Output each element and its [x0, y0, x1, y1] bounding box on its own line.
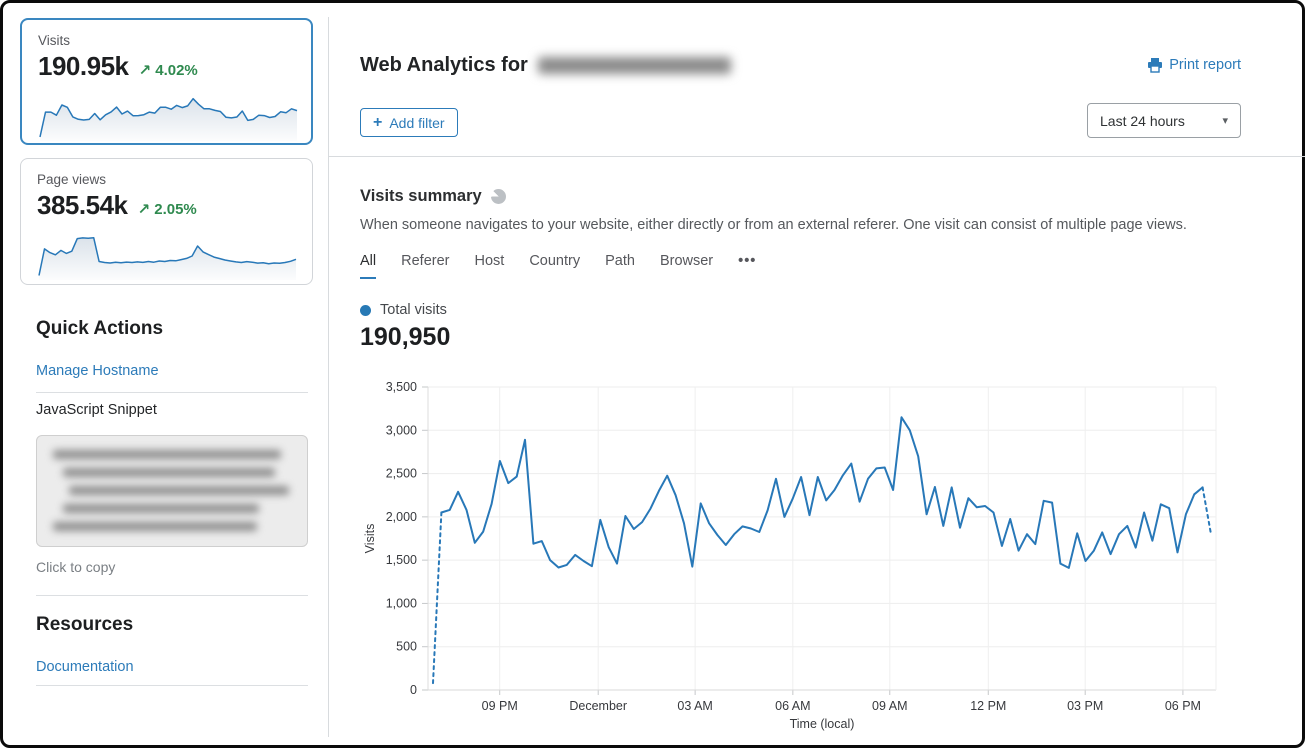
pageviews-sparkline-chart [37, 227, 298, 281]
visits-card-delta: ↗ 4.02% [138, 61, 197, 79]
snippet-blurred-line [69, 486, 289, 495]
visits-summary-title: Visits summary [360, 187, 506, 206]
site-domain-blurred [538, 57, 731, 74]
tabs-overflow-button[interactable]: ••• [738, 253, 756, 279]
snippet-blurred-line [63, 468, 275, 477]
x-axis-tick-label: December [569, 699, 627, 713]
help-pie-icon[interactable] [491, 189, 506, 204]
x-axis-tick-label: 03 AM [677, 699, 712, 713]
manage-hostname-link[interactable]: Manage Hostname [36, 363, 159, 379]
visits-summary-description: When someone navigates to your website, … [360, 217, 1187, 233]
x-axis-tick-label: 09 PM [482, 699, 518, 713]
x-axis-tick-label: 06 PM [1165, 699, 1201, 713]
tab-country[interactable]: Country [529, 253, 580, 279]
visits-line-chart[interactable]: 0 500 1,000 1,500 2,000 2,500 3,000 3,500 09 PM D… [360, 371, 1222, 746]
plus-icon: + [373, 115, 382, 131]
sidebar-divider [36, 685, 308, 686]
tab-referer[interactable]: Referer [401, 253, 449, 279]
legend-dot-icon [360, 305, 371, 316]
x-axis-tick-label: 09 AM [872, 699, 907, 713]
y-axis-tick-label: 3,500 [386, 380, 417, 394]
trend-up-icon: ↗ [138, 62, 151, 79]
series-line-dashed [1203, 487, 1211, 534]
print-report-button[interactable]: Print report [1147, 57, 1241, 73]
visits-metric-card[interactable]: Visits 190.95k ↗ 4.02% [20, 18, 313, 145]
visits-card-label: Visits [38, 33, 295, 48]
documentation-link[interactable]: Documentation [36, 659, 134, 675]
y-axis-tick-label: 2,000 [386, 510, 417, 524]
time-range-value: Last 24 hours [1100, 113, 1185, 129]
click-to-copy-hint: Click to copy [36, 559, 115, 575]
resources-heading: Resources [36, 614, 133, 636]
series-line [441, 417, 1202, 568]
y-axis-tick-label: 3,000 [386, 423, 417, 437]
x-axis-tick-label: 06 AM [775, 699, 810, 713]
pageviews-card-delta: ↗ 2.05% [137, 200, 196, 218]
visits-sparkline-chart [38, 88, 299, 142]
x-axis-tick-label: 12 PM [970, 699, 1006, 713]
tab-all[interactable]: All [360, 253, 376, 279]
visits-card-value: 190.95k [38, 51, 128, 82]
header-divider [328, 156, 1305, 157]
snippet-blurred-line [63, 504, 259, 513]
sidebar-divider [36, 392, 308, 393]
y-axis-tick-label: 0 [410, 683, 417, 697]
chevron-down-icon: ▾ [1222, 114, 1228, 127]
trend-up-icon: ↗ [137, 201, 150, 218]
quick-actions-heading: Quick Actions [36, 318, 163, 340]
legend-label: Total visits [380, 302, 447, 318]
printer-icon [1147, 57, 1163, 73]
y-axis-tick-label: 500 [396, 640, 417, 654]
tab-browser[interactable]: Browser [660, 253, 713, 279]
snippet-blurred-line [53, 522, 257, 531]
time-range-dropdown[interactable]: Last 24 hours ▾ [1087, 103, 1241, 138]
summary-tabs: All Referer Host Country Path Browser ••• [360, 253, 756, 279]
series-line-dashed [433, 513, 441, 684]
y-axis-title: Visits [363, 524, 377, 554]
page-title: Web Analytics for [360, 54, 731, 77]
pageviews-card-label: Page views [37, 172, 296, 187]
sidebar-divider [36, 595, 308, 596]
x-axis-tick-label: 03 PM [1067, 699, 1103, 713]
sidebar-main-separator [328, 17, 329, 737]
tab-host[interactable]: Host [474, 253, 504, 279]
javascript-snippet-label: JavaScript Snippet [36, 402, 157, 418]
chart-legend: Total visits [360, 302, 447, 318]
pageviews-metric-card[interactable]: Page views 385.54k ↗ 2.05% [20, 158, 313, 285]
total-visits-value: 190,950 [360, 323, 450, 352]
x-axis-title: Time (local) [790, 717, 855, 731]
javascript-snippet-code-box[interactable] [36, 435, 308, 547]
y-axis-tick-label: 1,000 [386, 596, 417, 610]
add-filter-button[interactable]: + Add filter [360, 108, 458, 137]
y-axis-tick-label: 2,500 [386, 467, 417, 481]
tab-path[interactable]: Path [605, 253, 635, 279]
pageviews-card-value: 385.54k [37, 190, 127, 221]
y-axis-tick-label: 1,500 [386, 553, 417, 567]
snippet-blurred-line [53, 450, 281, 459]
